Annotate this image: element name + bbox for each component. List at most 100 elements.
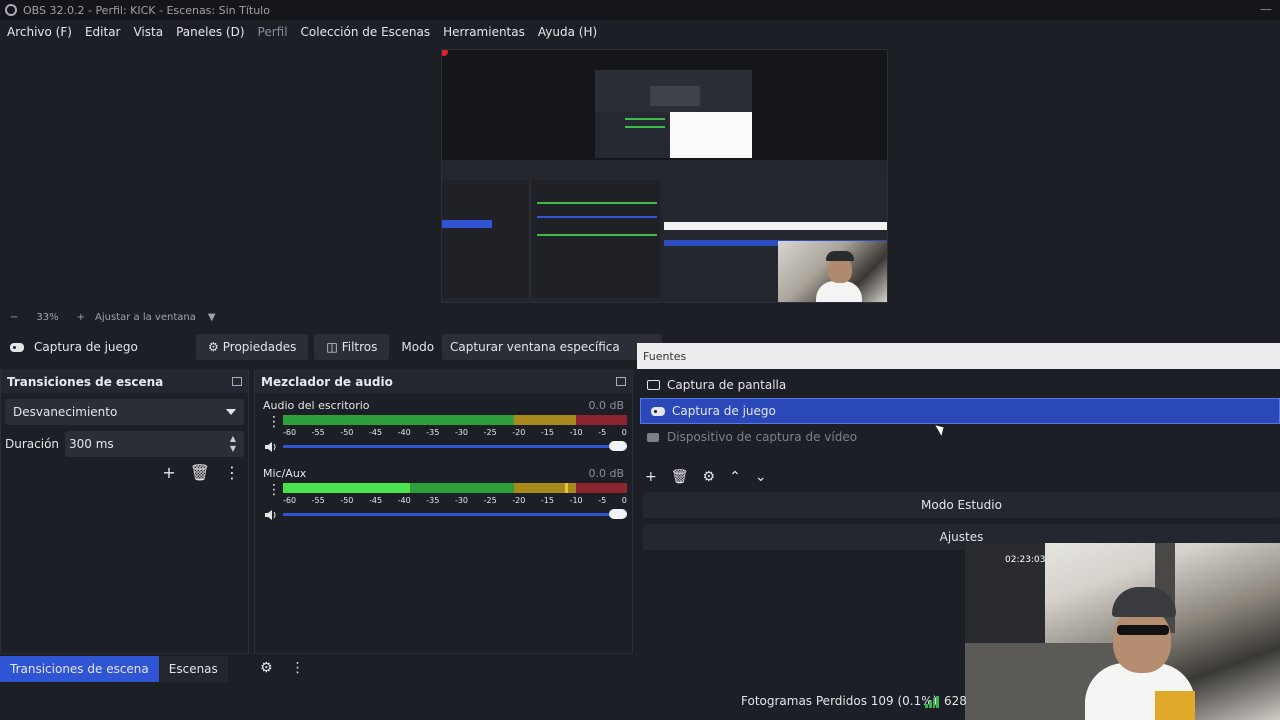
mode-label: Modo <box>401 340 435 354</box>
zoom-in-button[interactable]: + <box>77 312 85 323</box>
preview-capture-top <box>442 50 887 160</box>
source-item-screen-capture[interactable]: Captura de pantalla <box>637 372 1280 398</box>
menu-archivo[interactable]: Archivo (F) <box>0 25 78 39</box>
filter-icon: ◫ <box>326 340 338 354</box>
speaker-icon[interactable] <box>264 509 278 521</box>
selected-source-name: Captura de juego <box>34 340 138 354</box>
meter-level <box>283 483 411 493</box>
zoom-bar: − 33% + Ajustar a la ventana ▼ <box>0 308 216 326</box>
undock-icon[interactable] <box>232 377 242 386</box>
meter-tick: -55 <box>311 496 325 505</box>
studio-mode-button[interactable]: Modo Estudio <box>643 492 1280 518</box>
meter-tick: -15 <box>540 428 554 437</box>
obs-logo-icon <box>5 4 17 16</box>
filters-label: Filtros <box>341 340 378 354</box>
mixer-channels: Audio del escritorio 0.0 dB ⋮ -60 -55 -50 -45-… <box>255 393 632 529</box>
menu-paneles[interactable]: Paneles (D) <box>169 25 250 39</box>
transitions-header: Transiciones de escena <box>1 371 248 393</box>
volume-slider[interactable] <box>283 509 627 519</box>
meter-tick: -10 <box>569 428 583 437</box>
audio-mixer-dock: Mezclador de audio Audio del escritorio 0… <box>254 370 633 654</box>
transition-selected: Desvanecimiento <box>13 405 118 419</box>
mixer-tools: ⚙ ⋮ <box>260 660 305 676</box>
minimize-icon[interactable]: — <box>1260 2 1272 16</box>
studio-mode-label: Modo Estudio <box>921 498 1002 512</box>
mode-select[interactable]: Capturar ventana específica <box>442 334 663 360</box>
properties-button[interactable]: ⚙ Propiedades <box>196 334 309 360</box>
fit-window-label[interactable]: Ajustar a la ventana <box>95 312 196 323</box>
gear-icon: ⚙ <box>208 340 219 354</box>
meter-tick: -5 <box>598 496 607 505</box>
gamepad-icon <box>10 342 24 352</box>
preview-webcam <box>778 241 887 302</box>
chevron-up-icon[interactable]: ⌃ <box>729 469 741 485</box>
meter-ticks: -60 -55 -50 -45 -40 -35 -30 -25 -20 -15 -10 -5 0 <box>283 428 627 437</box>
undock-icon[interactable] <box>616 377 626 386</box>
channel-db: 0.0 dB <box>588 399 624 412</box>
meter-tick: -15 <box>540 496 554 505</box>
meter-tick: -5 <box>598 428 607 437</box>
meter-tick: -10 <box>569 496 583 505</box>
transition-select[interactable]: Desvanecimiento <box>5 399 244 425</box>
zoom-out-button[interactable]: − <box>10 312 18 323</box>
meter-tick: -35 <box>426 496 440 505</box>
sources-dock: Fuentes Captura de pantalla Captura de j… <box>637 343 1280 495</box>
trash-icon[interactable]: 🗑 <box>190 463 210 482</box>
transition-actions: + 🗑 ⋮ <box>162 463 240 482</box>
tab-label: Transiciones de escena <box>10 662 149 676</box>
tab-scene-transitions[interactable]: Transiciones de escena <box>0 656 159 682</box>
kebab-menu-icon[interactable]: ⋮ <box>267 415 281 429</box>
volume-slider[interactable] <box>283 441 627 451</box>
zoom-dropdown-icon[interactable]: ▼ <box>208 312 216 323</box>
volume-knob[interactable] <box>609 509 627 519</box>
program-preview[interactable] <box>441 49 888 303</box>
add-icon[interactable]: + <box>162 463 175 482</box>
menu-editar[interactable]: Editar <box>78 25 127 39</box>
camera-icon <box>647 432 659 442</box>
speaker-icon[interactable] <box>264 441 278 453</box>
duration-input[interactable]: 300 ms ▲ ▼ <box>65 431 244 457</box>
trash-icon[interactable]: 🗑 <box>671 469 689 485</box>
source-item-video-capture[interactable]: Dispositivo de captura de vídeo <box>637 424 1280 450</box>
meter-tick: -50 <box>340 428 354 437</box>
spin-arrows-icon[interactable]: ▲ ▼ <box>230 434 236 454</box>
meter-tick: -45 <box>368 428 383 437</box>
dropped-frames: Fotogramas Perdidos 109 (0.1%) <box>741 694 938 708</box>
menu-coleccion-escenas[interactable]: Colección de Escenas <box>294 25 437 39</box>
mixer-header: Mezclador de audio <box>255 371 632 393</box>
chevron-down-icon[interactable]: ⌄ <box>755 469 767 485</box>
zoom-value: 33% <box>36 311 59 323</box>
sources-title: Fuentes <box>643 349 687 363</box>
kebab-menu-icon[interactable]: ⋮ <box>224 463 240 482</box>
menu-bar: Archivo (F) Editar Vista Paneles (D) Per… <box>0 22 603 42</box>
source-label: Dispositivo de captura de vídeo <box>667 430 858 444</box>
menu-vista[interactable]: Vista <box>126 25 169 39</box>
source-item-game-capture[interactable]: Captura de juego <box>640 398 1280 424</box>
sources-header: Fuentes <box>637 343 1280 369</box>
add-icon[interactable]: + <box>645 469 657 485</box>
menu-herramientas[interactable]: Herramientas <box>436 25 531 39</box>
meter-tick: -40 <box>397 496 411 505</box>
status-bar: Fotogramas Perdidos 109 (0.1%) 628 <box>0 688 1280 716</box>
monitor-icon <box>647 380 660 390</box>
filters-button[interactable]: ◫ Filtros <box>314 334 390 360</box>
menu-ayuda[interactable]: Ayuda (H) <box>531 25 603 39</box>
kebab-menu-icon[interactable]: ⋮ <box>291 660 305 676</box>
meter-tick: -20 <box>512 428 526 437</box>
menu-perfil[interactable]: Perfil <box>251 25 294 39</box>
meter-tick: -45 <box>368 496 383 505</box>
gear-icon[interactable]: ⚙ <box>703 469 716 485</box>
source-label: Captura de juego <box>672 404 776 418</box>
meter-tick: -20 <box>512 496 526 505</box>
meter-ticks: -60 -55 -50 -45 -40 -35 -30 -25 -20 -15 -10 -5 0 <box>283 496 627 505</box>
meter-tick: -25 <box>483 496 497 505</box>
preview-nested-capture <box>595 70 752 158</box>
volume-knob[interactable] <box>609 441 627 451</box>
advanced-audio-gear-icon[interactable]: ⚙ <box>260 660 273 676</box>
meter-tick: -25 <box>483 428 497 437</box>
tab-scenes[interactable]: Escenas <box>158 656 228 682</box>
kebab-menu-icon[interactable]: ⋮ <box>267 483 281 497</box>
window-title: OBS 32.0.2 - Perfil: KICK - Escenas: Sin… <box>23 3 270 17</box>
mixer-channel: Audio del escritorio 0.0 dB ⋮ -60 -55 -50 -45-… <box>255 393 632 461</box>
channel-name: Mic/Aux <box>263 467 307 480</box>
